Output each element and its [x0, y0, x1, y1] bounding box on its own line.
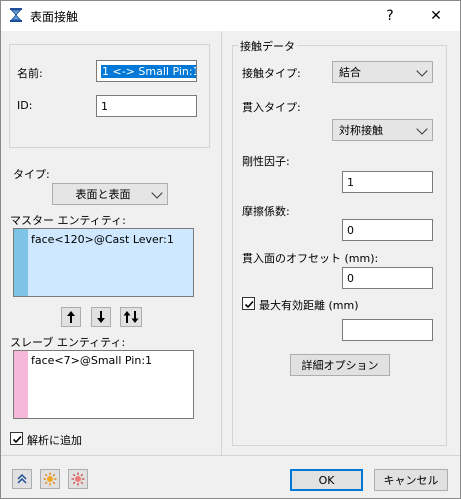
arrow-down-icon: [97, 311, 105, 323]
list-item[interactable]: face<120>@Cast Lever:1: [28, 229, 193, 296]
slave-entity-label: スレーブ エンティティ:: [10, 336, 126, 349]
master-entity-list[interactable]: face<120>@Cast Lever:1: [13, 228, 194, 297]
penetration-type-value: 対称接触: [339, 124, 383, 137]
checkmark-icon: [12, 435, 22, 444]
starburst-multi-icon: [71, 472, 85, 486]
max-distance-label[interactable]: 最大有効距離 (mm): [259, 297, 359, 313]
penetration-type-dropdown[interactable]: 対称接触: [332, 119, 433, 141]
help-button[interactable]: ?: [367, 1, 413, 31]
contact-type-label: 接触タイプ:: [242, 67, 301, 80]
slave-entity-list[interactable]: face<7>@Small Pin:1: [13, 350, 194, 419]
details-options-button[interactable]: 詳細オプション: [290, 354, 390, 376]
double-chevron-up-icon: [17, 473, 27, 484]
id-field[interactable]: 1: [96, 95, 197, 117]
slave-color-swatch: [14, 351, 28, 418]
cancel-button[interactable]: キャンセル: [374, 469, 448, 491]
stiffness-label: 剛性因子:: [242, 155, 290, 168]
master-entity-item: face<120>@Cast Lever:1: [31, 233, 174, 246]
checkmark-icon: [244, 300, 254, 309]
name-field[interactable]: 1 <-> Small Pin:1: [96, 60, 197, 82]
footer-divider: [1, 455, 460, 456]
contact-type-dropdown[interactable]: 結合: [332, 61, 433, 83]
move-down-button[interactable]: [91, 307, 111, 327]
name-label: 名前:: [17, 67, 43, 80]
offset-label: 貫入面のオフセット (mm):: [242, 252, 379, 265]
ok-button[interactable]: OK: [290, 469, 363, 491]
master-entity-label: マスター エンティティ:: [10, 214, 126, 227]
max-distance-field[interactable]: [342, 319, 433, 341]
id-label: ID:: [17, 99, 33, 112]
chevron-down-icon: [416, 123, 428, 135]
name-value: 1 <-> Small Pin:1: [101, 64, 196, 78]
swap-icon: [123, 311, 139, 323]
list-item[interactable]: face<7>@Small Pin:1: [28, 351, 193, 369]
highlight-all-button[interactable]: [68, 469, 88, 489]
max-distance-checkbox[interactable]: [242, 297, 255, 310]
slave-entity-item: face<7>@Small Pin:1: [31, 354, 153, 367]
chevron-down-icon: [151, 187, 163, 199]
type-dropdown[interactable]: 表面と表面: [52, 183, 168, 205]
chevron-down-icon: [416, 65, 428, 77]
master-color-swatch: [14, 229, 28, 296]
starburst-icon: [43, 472, 57, 486]
add-to-analysis-checkbox[interactable]: [10, 432, 23, 445]
collapse-button[interactable]: [12, 469, 32, 489]
friction-field[interactable]: 0: [342, 219, 433, 241]
type-label: タイプ:: [13, 168, 50, 181]
column-divider: [221, 31, 222, 455]
arrow-up-icon: [67, 311, 75, 323]
close-button[interactable]: ✕: [413, 1, 459, 31]
hourglass-icon: [8, 7, 24, 23]
friction-label: 摩擦係数:: [242, 205, 290, 218]
highlight-button[interactable]: [40, 469, 60, 489]
contact-data-title: 接触データ: [238, 38, 297, 54]
add-to-analysis-label[interactable]: 解析に追加: [27, 432, 82, 448]
swap-button[interactable]: [120, 307, 142, 327]
offset-field[interactable]: 0: [342, 267, 433, 289]
stiffness-field[interactable]: 1: [342, 171, 433, 193]
window-title: 表面接触: [30, 10, 79, 24]
penetration-type-label: 貫入タイプ:: [242, 101, 301, 114]
type-dropdown-value: 表面と表面: [75, 188, 131, 201]
move-up-button[interactable]: [61, 307, 81, 327]
contact-type-value: 結合: [339, 66, 361, 79]
